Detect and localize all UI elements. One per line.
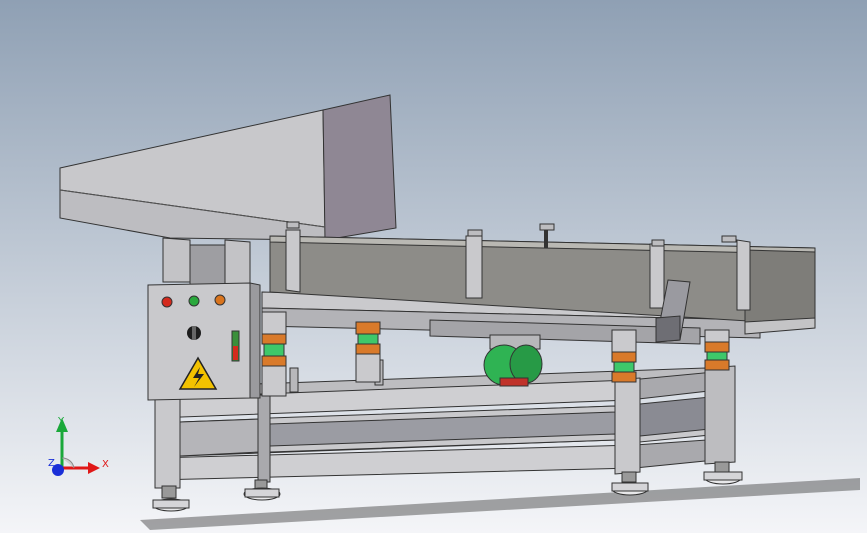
triad-label-y: Y bbox=[57, 416, 65, 427]
spring-front-left bbox=[261, 311, 287, 397]
triad-label-z: Z bbox=[48, 458, 55, 469]
feeder-model-scene[interactable]: Y X Z bbox=[0, 0, 867, 533]
spring-rear-right bbox=[704, 329, 730, 371]
indicator-lamp-green[interactable] bbox=[188, 295, 200, 307]
spring-front-right bbox=[611, 329, 637, 383]
triad-label-x: X bbox=[102, 459, 109, 470]
cad-viewport[interactable]: Y X Z bbox=[0, 0, 867, 533]
spring-rear-left bbox=[355, 321, 381, 383]
hopper-supports bbox=[162, 237, 251, 286]
vibration-motor[interactable] bbox=[483, 334, 543, 387]
indicator-lamp-orange[interactable] bbox=[214, 294, 226, 306]
selector-switch-icon[interactable] bbox=[187, 326, 201, 340]
handle-icon[interactable] bbox=[231, 330, 240, 362]
indicator-lamp-red[interactable] bbox=[161, 296, 173, 308]
hopper-side-panel bbox=[322, 94, 397, 241]
control-panel[interactable] bbox=[147, 282, 261, 401]
